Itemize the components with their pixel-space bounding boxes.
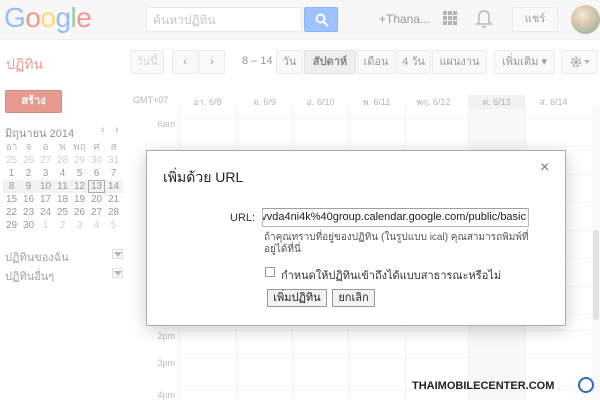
add-calendar-button[interactable]: เพิ่มปฏิทิน	[267, 289, 327, 307]
public-checkbox-label[interactable]: กำหนดให้ปฏิทินเข้าถึงได้แบบสาธารณะหรือไม…	[281, 266, 501, 284]
watermark-text: THAIMOBILECENTER.COM	[412, 380, 555, 392]
calendar-app: Google ค้นหาปฏิทิน +Thana... แชร์ ปฏิทิน…	[0, 0, 600, 400]
url-field-value: 1vvda4ni4k%40group.calendar.google.com/p…	[262, 211, 526, 223]
add-by-url-dialog: เพิ่มด้วย URL × URL: 1vvda4ni4k%40group.…	[146, 150, 566, 326]
url-hint-text: ถ้าคุณทราบที่อยู่ของปฏิทิน (ในรูปแบบ ica…	[264, 232, 529, 255]
url-field[interactable]: 1vvda4ni4k%40group.calendar.google.com/p…	[262, 208, 529, 227]
public-checkbox[interactable]	[265, 267, 275, 277]
url-label: URL:	[230, 212, 256, 224]
watermark-logo-icon	[578, 377, 594, 393]
close-icon[interactable]: ×	[540, 160, 549, 176]
cancel-button[interactable]: ยกเลิก	[332, 289, 375, 307]
dialog-title: เพิ่มด้วย URL	[163, 169, 244, 185]
